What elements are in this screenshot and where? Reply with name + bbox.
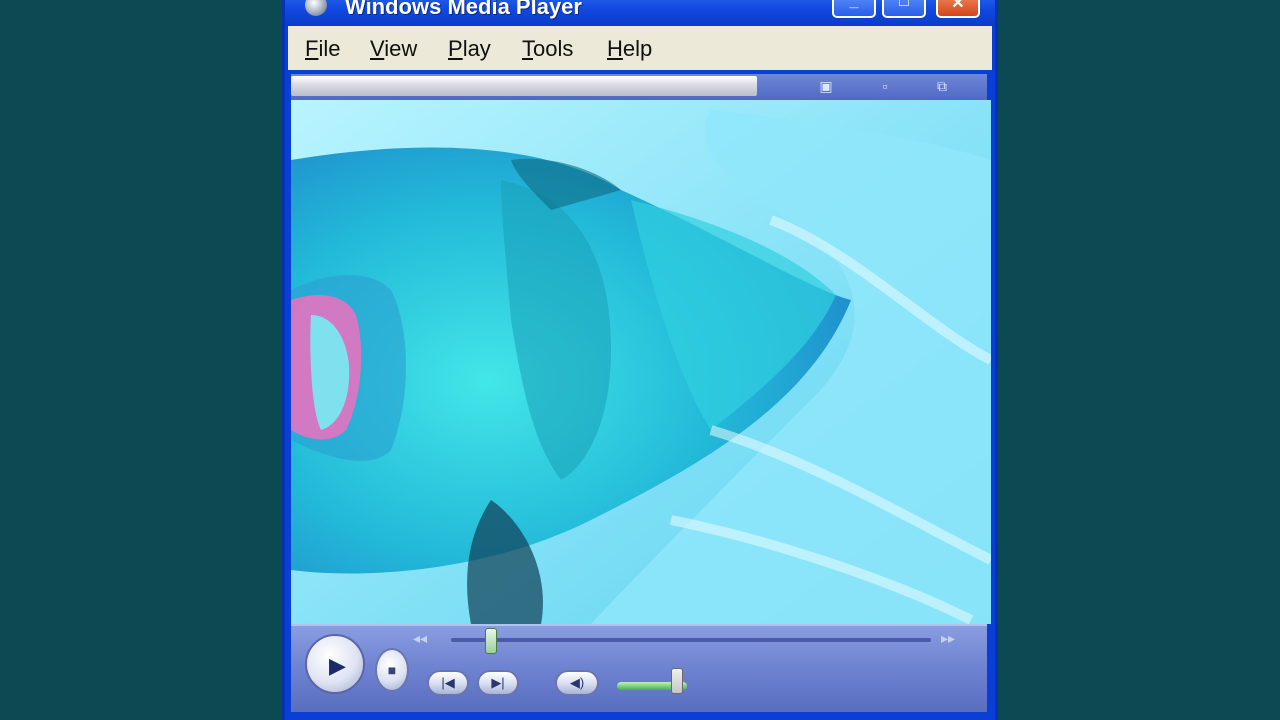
task-strip: ▣ ▫ ⧉ <box>291 74 987 102</box>
speaker-icon: ◀) <box>569 675 585 690</box>
menu-help[interactable]: Help <box>607 36 652 62</box>
maximize-icon: □ <box>899 0 909 10</box>
seek-bar[interactable] <box>451 628 931 654</box>
play-icon: ▶ <box>329 653 346 678</box>
seek-start-arrows-icon: ◂◂ <box>413 630 428 646</box>
minimize-icon: _ <box>849 0 859 10</box>
switch-skin-icon[interactable]: ⧉ <box>933 78 951 94</box>
stop-button[interactable]: ■ <box>375 648 409 692</box>
window-title: Windows Media Player <box>345 0 582 19</box>
volume-thumb[interactable] <box>671 668 683 694</box>
transport-controls: ◂◂ ▸▸ ▶ ■ |◀ ▶| ◀) <box>291 624 987 712</box>
close-button[interactable]: ✕ <box>936 0 980 18</box>
maximize-button[interactable]: □ <box>882 0 926 18</box>
compact-mode-icon[interactable]: ▣ <box>817 78 835 94</box>
seek-thumb[interactable] <box>485 628 497 654</box>
menu-view[interactable]: View <box>370 36 417 62</box>
menu-file[interactable]: File <box>305 36 340 62</box>
play-button[interactable]: ▶ <box>305 634 365 694</box>
video-frame-image <box>291 100 991 624</box>
media-player-icon <box>305 0 327 16</box>
next-button[interactable]: ▶| <box>477 670 519 696</box>
minimize-button[interactable]: _ <box>832 0 876 18</box>
media-player-window: Windows Media Player _ □ ✕ File View Pla… <box>282 0 998 720</box>
task-strip-bar <box>291 76 757 96</box>
next-icon: ▶| <box>491 675 505 690</box>
video-display[interactable] <box>291 100 991 624</box>
previous-icon: |◀ <box>441 675 455 690</box>
menu-bar: File View Play Tools Help <box>288 26 992 70</box>
stop-icon: ■ <box>387 662 397 678</box>
previous-button[interactable]: |◀ <box>427 670 469 696</box>
mute-button[interactable]: ◀) <box>555 670 599 696</box>
seek-end-arrows-icon: ▸▸ <box>941 630 956 646</box>
menu-play[interactable]: Play <box>448 36 491 62</box>
minimize-icon[interactable]: ▫ <box>876 78 894 94</box>
menu-tools[interactable]: Tools <box>522 36 573 62</box>
title-bar[interactable]: Windows Media Player _ □ ✕ <box>285 0 995 26</box>
close-icon: ✕ <box>951 0 965 12</box>
